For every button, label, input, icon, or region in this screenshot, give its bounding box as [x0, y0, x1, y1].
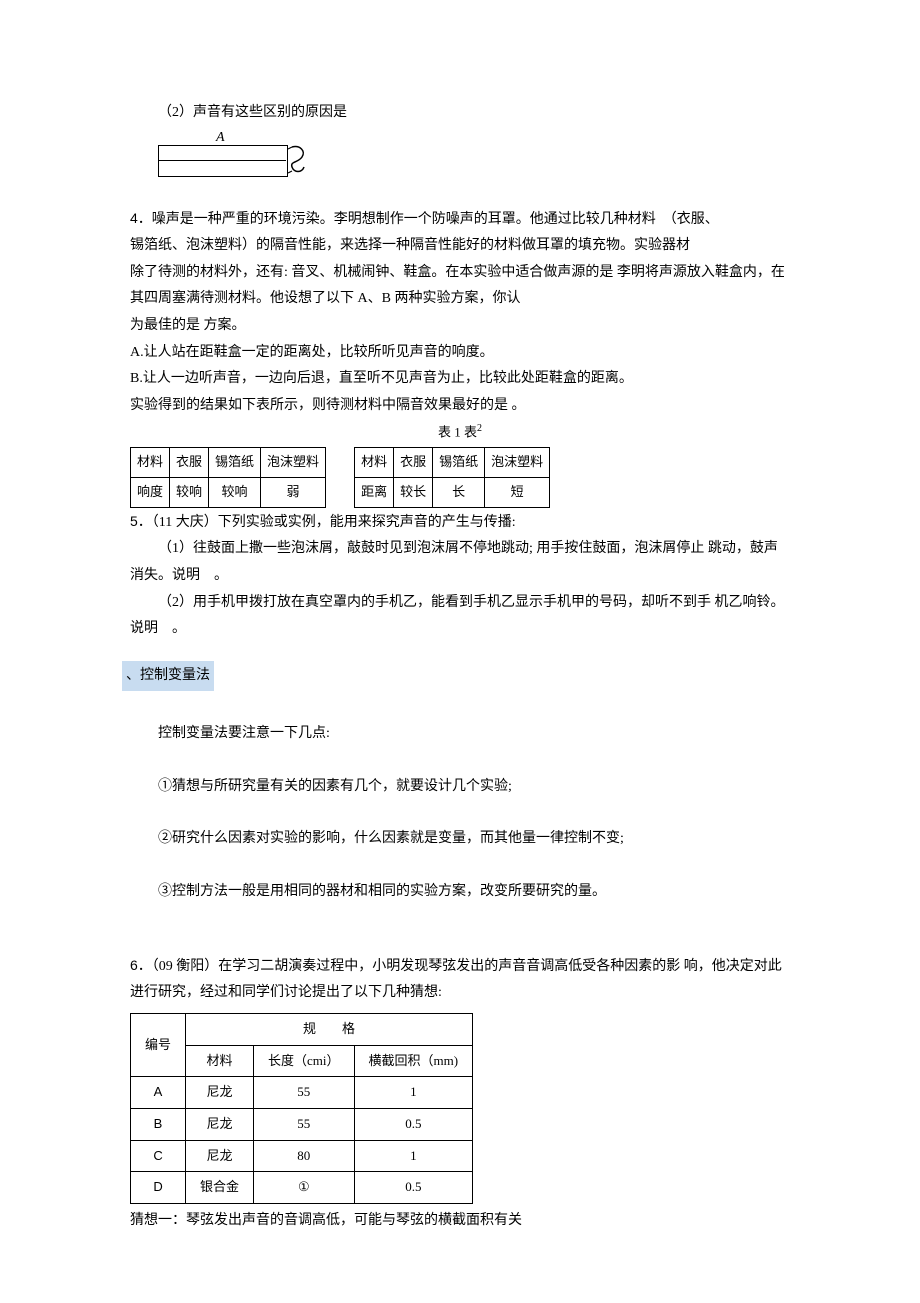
q4-caption-sup: 2	[477, 423, 482, 434]
diagram-ruler: A	[158, 131, 308, 181]
cell: 材料	[355, 448, 394, 478]
q6-number: 6	[130, 957, 138, 973]
diagram-outline	[158, 145, 288, 177]
cell: 短	[485, 478, 550, 508]
document-page: （2）声音有这些区别的原因是 A 4．噪声是一种严重的环境污染。李明想制作一个防…	[0, 0, 920, 1303]
cell: 1	[354, 1077, 473, 1109]
cell: 材料	[131, 448, 170, 478]
table-row: 编号 规 格	[131, 1013, 473, 1045]
section-label-control-var: 、控制变量法	[122, 661, 214, 692]
cv-intro: 控制变量法要注意一下几点:	[130, 721, 790, 748]
q4-l1-text: ．噪声是一种严重的环境污染。李明想制作一个防噪声的耳罩。他通过比较几种材料 （衣…	[138, 212, 719, 227]
cell: 较响	[209, 478, 261, 508]
table-row: 距离 较长 长 短	[355, 478, 550, 508]
cell: 锡箔纸	[209, 448, 261, 478]
diagram-midline	[158, 160, 286, 161]
spiral-icon	[288, 143, 310, 179]
table-row: 材料 衣服 锡箔纸 泡沫塑料	[355, 448, 550, 478]
table-row: B 尼龙 55 0.5	[131, 1108, 473, 1140]
q6-specs-table: 编号 规 格 材料 长度（cmi） 横截回积（mm) A 尼龙 55 1 B 尼…	[130, 1013, 473, 1204]
cell: 55	[254, 1077, 355, 1109]
q4-optA: A.让人站在距鞋盒一定的距离处，比较所听见声音的响度。	[130, 340, 790, 367]
q4-number: 4	[130, 210, 138, 226]
cv-2: ②研究什么因素对实验的影响，什么因素就是变量，而其他量一律控制不变;	[130, 826, 790, 853]
cell: 泡沫塑料	[485, 448, 550, 478]
q5-head-text: ．（11 大庆）下列实验或实例，能用来探究声音的产生与传播:	[138, 515, 516, 530]
q2-part2: （2）声音有这些区别的原因是	[130, 100, 790, 127]
q4-table2: 材料 衣服 锡箔纸 泡沫塑料 距离 较长 长 短	[354, 447, 550, 507]
th-no: 编号	[131, 1013, 186, 1076]
cv-1: ①猜想与所研究量有关的因素有几个，就要设计几个实验;	[130, 774, 790, 801]
cell: D	[131, 1172, 186, 1204]
q4-caption-text: 表 1 表	[438, 425, 477, 440]
table-row: A 尼龙 55 1	[131, 1077, 473, 1109]
cell: 80	[254, 1140, 355, 1172]
cell: 泡沫塑料	[261, 448, 326, 478]
cell: A	[131, 1077, 186, 1109]
cv-3: ③控制方法一般是用相同的器材和相同的实验方案，改变所要研究的量。	[130, 879, 790, 906]
table-row: 材料 衣服 锡箔纸 泡沫塑料	[131, 448, 326, 478]
table-row: C 尼龙 80 1	[131, 1140, 473, 1172]
q6-guess1: 猜想一：琴弦发出声音的音调高低，可能与琴弦的横截面积有关	[130, 1208, 790, 1235]
q4-line1: 4．噪声是一种严重的环境污染。李明想制作一个防噪声的耳罩。他通过比较几种材料 （…	[130, 205, 790, 234]
cell: 响度	[131, 478, 170, 508]
q4-tables-row: 材料 衣服 锡箔纸 泡沫塑料 响度 较响 较响 弱 材料 衣服 锡箔纸 泡沫塑料…	[130, 447, 790, 507]
cell: 弱	[261, 478, 326, 508]
th-mat: 材料	[186, 1045, 254, 1077]
cell: 尼龙	[186, 1140, 254, 1172]
table-row: D 银合金 ① 0.5	[131, 1172, 473, 1204]
th-len: 长度（cmi）	[254, 1045, 355, 1077]
th-spec: 规 格	[186, 1013, 473, 1045]
q6-head: 6．（09 衡阳）在学习二胡演奏过程中，小明发现琴弦发出的声音音调高低受各种因素…	[130, 952, 790, 1007]
table-row: 响度 较响 较响 弱	[131, 478, 326, 508]
cell: 尼龙	[186, 1077, 254, 1109]
cell: 较长	[394, 478, 433, 508]
cell: 较响	[170, 478, 209, 508]
q4-line4: 为最佳的是 方案。	[130, 313, 790, 340]
cell: B	[131, 1108, 186, 1140]
q5-head: 5．（11 大庆）下列实验或实例，能用来探究声音的产生与传播:	[130, 508, 790, 537]
th-area: 横截回积（mm)	[354, 1045, 473, 1077]
q4-table-caption: 表 1 表2	[130, 419, 790, 445]
q5-p1: （1）往鼓面上撒一些泡沫屑，敲鼓时见到泡沫屑不停地跳动; 用手按住鼓面，泡沫屑停…	[130, 536, 790, 589]
cell: 尼龙	[186, 1108, 254, 1140]
cell: 55	[254, 1108, 355, 1140]
q5-number: 5	[130, 513, 138, 529]
cell: 银合金	[186, 1172, 254, 1204]
q5-p2: （2）用手机甲拨打放在真空罩内的手机乙，能看到手机乙显示手机甲的号码，却听不到手…	[130, 590, 790, 643]
cell: C	[131, 1140, 186, 1172]
cell: 衣服	[394, 448, 433, 478]
q4-optB: B.让人一边听声音，一边向后退，直至听不见声音为止，比较此处距鞋盒的距离。	[130, 366, 790, 393]
cell: 衣服	[170, 448, 209, 478]
cell: 长	[433, 478, 485, 508]
q4-line2: 锡箔纸、泡沫塑料）的隔音性能，来选择一种隔音性能好的材料做耳罩的填充物。实验器材	[130, 233, 790, 260]
cell: 1	[354, 1140, 473, 1172]
q4-table1: 材料 衣服 锡箔纸 泡沫塑料 响度 较响 较响 弱	[130, 447, 326, 507]
cell: 距离	[355, 478, 394, 508]
q4-line5: 实验得到的结果如下表所示，则待测材料中隔音效果最好的是 。	[130, 393, 790, 420]
q4-line3: 除了待测的材料外，还有: 音叉、机械闹钟、鞋盒。在本实验中适合做声源的是 李明将…	[130, 260, 790, 313]
cell: ①	[254, 1172, 355, 1204]
q6-head-text: ．（09 衡阳）在学习二胡演奏过程中，小明发现琴弦发出的声音音调高低受各种因素的…	[130, 959, 782, 1001]
cell: 0.5	[354, 1172, 473, 1204]
cell: 锡箔纸	[433, 448, 485, 478]
cell: 0.5	[354, 1108, 473, 1140]
